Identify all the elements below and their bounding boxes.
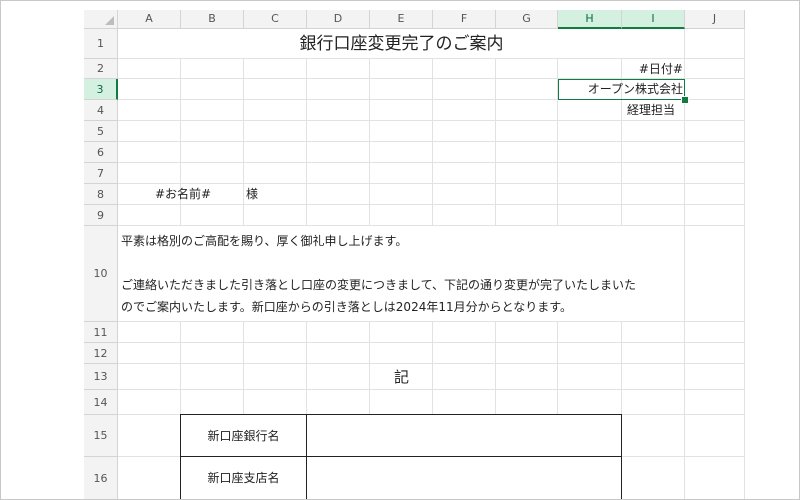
row-header-1[interactable]: 1 <box>84 29 118 59</box>
row-header-13[interactable]: 13 <box>84 364 118 390</box>
gridline <box>685 456 745 457</box>
new-branch-name-field[interactable] <box>307 457 621 500</box>
gridline <box>685 225 745 226</box>
gridline <box>118 342 685 343</box>
row-header-16[interactable]: 16 <box>84 457 118 500</box>
column-header-i[interactable]: I <box>622 10 685 29</box>
table-border <box>621 414 622 500</box>
gridline <box>685 78 745 79</box>
paragraph-line-3: のでご案内いたします。新口座からの引き落としは2024年11月分からとなります。 <box>121 300 573 314</box>
row-header-6[interactable]: 6 <box>84 142 118 163</box>
gridline <box>118 321 685 322</box>
gridline <box>685 342 745 343</box>
gridline <box>685 58 745 59</box>
row-header-11[interactable]: 11 <box>84 322 118 343</box>
gridline <box>685 204 745 205</box>
row-header-14[interactable]: 14 <box>84 390 118 415</box>
gridline <box>118 162 685 163</box>
row-header-3[interactable]: 3 <box>84 79 118 100</box>
new-bank-name-label: 新口座銀行名 <box>207 429 280 443</box>
row-header-15[interactable]: 15 <box>84 415 118 457</box>
gridline <box>118 141 685 142</box>
gridline <box>685 141 745 142</box>
gridline <box>685 99 745 100</box>
gridline <box>685 321 745 322</box>
column-header-d[interactable]: D <box>307 10 370 29</box>
paragraph-line-1: 平素は格別のご高配を賜り、厚く御礼申し上げます。 <box>121 234 408 248</box>
ki-heading: 記 <box>393 368 409 386</box>
gridline <box>685 363 745 364</box>
gridline <box>685 183 745 184</box>
select-all-triangle-icon <box>105 16 114 25</box>
row-header-9[interactable]: 9 <box>84 205 118 226</box>
column-header-h[interactable]: H <box>558 10 622 29</box>
gridline <box>685 162 745 163</box>
row-header-7[interactable]: 7 <box>84 163 118 184</box>
row-header-8[interactable]: 8 <box>84 184 118 205</box>
recipient-name-placeholder[interactable]: #お名前# <box>155 184 211 205</box>
column-header-f[interactable]: F <box>433 10 496 29</box>
active-cell-selection[interactable] <box>558 79 685 100</box>
row-header-10[interactable]: 10 <box>84 226 118 322</box>
spreadsheet: A B C D E F G H I J 1 2 3 4 5 6 7 8 9 10… <box>0 0 800 500</box>
column-header-a[interactable]: A <box>118 10 181 29</box>
gridline <box>685 120 745 121</box>
new-bank-name-field[interactable] <box>307 415 621 456</box>
new-branch-name-label: 新口座支店名 <box>207 471 280 485</box>
fill-handle[interactable] <box>681 96 689 104</box>
paragraph-line-2: ご連絡いただきました引き落とし口座の変更につきまして、下記の通り変更が完了いたし… <box>121 278 637 292</box>
department-name[interactable]: 経理担当 <box>558 100 675 121</box>
row-header-4[interactable]: 4 <box>84 100 118 121</box>
document-title: 銀行口座変更完了のご案内 <box>299 34 504 54</box>
row-header-2[interactable]: 2 <box>84 59 118 79</box>
gridline <box>685 389 745 390</box>
select-all-corner[interactable] <box>84 10 118 29</box>
column-header-c[interactable]: C <box>244 10 307 29</box>
column-header-g[interactable]: G <box>496 10 558 29</box>
row-header-12[interactable]: 12 <box>84 343 118 364</box>
row-header-5[interactable]: 5 <box>84 121 118 142</box>
date-placeholder[interactable]: #日付# <box>558 59 683 79</box>
column-header-b[interactable]: B <box>181 10 244 29</box>
gridline <box>685 414 745 415</box>
honorific[interactable]: 様 <box>246 184 258 205</box>
column-header-e[interactable]: E <box>370 10 433 29</box>
column-header-j[interactable]: J <box>685 10 745 29</box>
